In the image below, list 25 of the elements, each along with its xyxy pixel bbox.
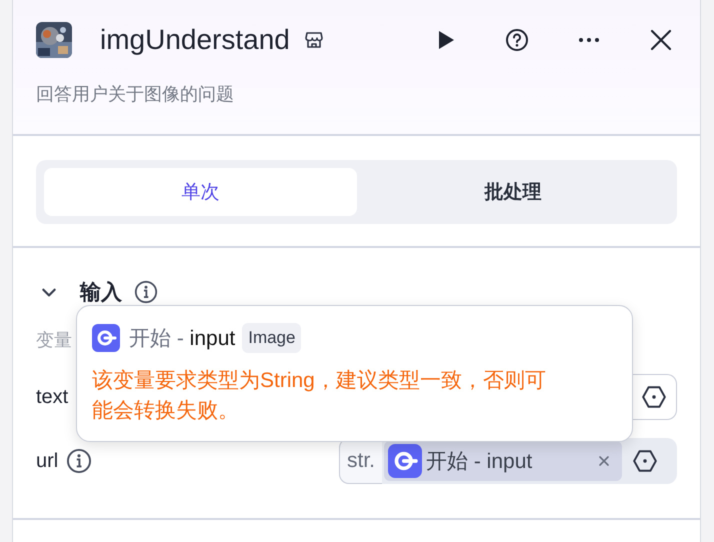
value-field[interactable]: str. 开始 - input — [339, 438, 677, 484]
variable-name: url — [36, 450, 58, 472]
mode-tab[interactable]: 单次 — [44, 168, 356, 216]
node-icon — [388, 444, 422, 478]
type-tag: Image — [242, 323, 302, 353]
warning-message: 该变量要求类型为String，建议类型一致，否则可能会转换失败。 — [92, 368, 547, 424]
variable-name: text — [36, 386, 68, 408]
variable-reference: 开始 - input — [129, 326, 236, 352]
panel-title: imgUnderstand — [100, 24, 290, 56]
info-icon[interactable] — [66, 448, 92, 474]
chip-label: 开始 - input — [426, 449, 532, 475]
hexagon-icon[interactable] — [632, 448, 658, 474]
close-icon[interactable] — [649, 28, 673, 52]
variable-chip[interactable]: 开始 - input — [384, 441, 622, 481]
info-icon[interactable] — [134, 280, 158, 304]
node-icon — [92, 324, 120, 352]
value-field[interactable] — [633, 374, 677, 420]
column-header: 变量 — [36, 329, 72, 352]
clear-icon[interactable] — [598, 455, 610, 467]
hexagon-icon[interactable] — [641, 384, 667, 410]
store-icon[interactable] — [304, 30, 324, 50]
section-title: 输入 — [80, 280, 122, 306]
help-icon[interactable] — [505, 28, 529, 52]
mode-tab[interactable]: 批处理 — [356, 168, 669, 216]
panel-description: 回答用户关于图像的问题 — [36, 83, 235, 106]
